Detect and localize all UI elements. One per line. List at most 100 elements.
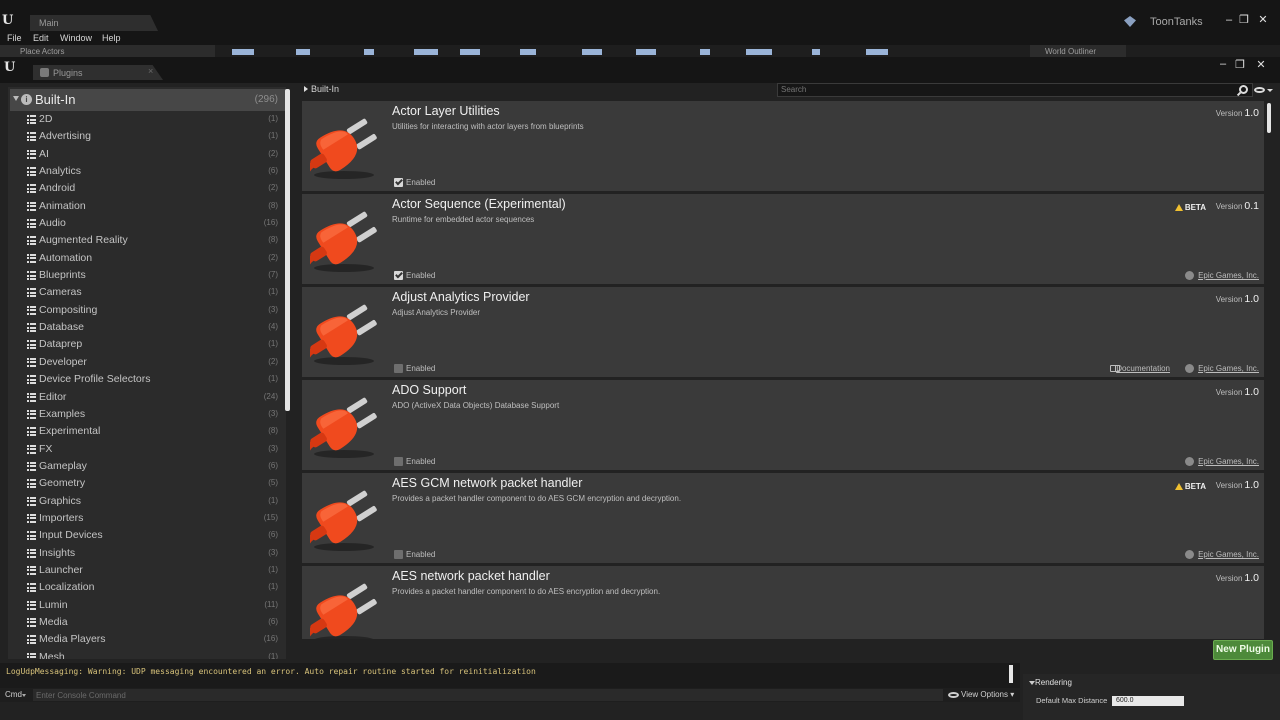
enabled-checkbox[interactable]: [394, 271, 403, 280]
category-list-icon: [27, 583, 36, 593]
expand-arrow-icon[interactable]: [13, 96, 19, 101]
sidebar-item-cameras[interactable]: Cameras (1): [8, 284, 286, 301]
breadcrumb[interactable]: Built-In: [311, 84, 339, 94]
toolbar-content-icon[interactable]: [364, 49, 374, 55]
sidebar-item-examples[interactable]: Examples (3): [8, 406, 286, 423]
minimize-icon[interactable]: –: [1223, 14, 1235, 26]
search-input[interactable]: [781, 85, 1221, 94]
vendor-link[interactable]: Epic Games, Inc.: [1198, 364, 1259, 373]
sidebar-item-developer[interactable]: Developer (2): [8, 354, 286, 371]
maximize-icon[interactable]: ❐: [1238, 14, 1250, 26]
sidebar-item-label: Augmented Reality: [39, 234, 128, 247]
sidebar-item-audio[interactable]: Audio (16): [8, 215, 286, 232]
unreal-logo-icon[interactable]: U: [2, 13, 18, 29]
sidebar-item-input-devices[interactable]: Input Devices (6): [8, 527, 286, 544]
minimize-icon[interactable]: –: [1217, 58, 1229, 70]
version-number: 1.0: [1244, 293, 1259, 305]
sidebar-item-ai[interactable]: AI (2): [8, 146, 286, 163]
log-scrollbar[interactable]: [1009, 665, 1013, 683]
search-box[interactable]: [777, 83, 1253, 97]
enabled-checkbox[interactable]: [394, 457, 403, 466]
search-icon[interactable]: [1239, 85, 1248, 94]
sidebar-item-augmented-reality[interactable]: Augmented Reality (8): [8, 232, 286, 249]
plugin-card[interactable]: AES network packet handler Provides a pac…: [302, 566, 1264, 639]
toolbar-more-icon[interactable]: [866, 49, 888, 55]
sidebar-item-compositing[interactable]: Compositing (3): [8, 302, 286, 319]
menu-help[interactable]: Help: [102, 33, 121, 43]
sidebar-item-editor[interactable]: Editor (24): [8, 389, 286, 406]
sidebar-item-importers[interactable]: Importers (15): [8, 510, 286, 527]
eye-icon[interactable]: [948, 692, 959, 698]
sidebar-item-count: (24): [263, 391, 278, 401]
plugin-card[interactable]: Actor Layer Utilities Utilities for inter…: [302, 101, 1264, 191]
sidebar-item-2d[interactable]: 2D (1): [8, 111, 286, 128]
sidebar-item-automation[interactable]: Automation (2): [8, 250, 286, 267]
close-icon[interactable]: ✕: [1257, 14, 1269, 26]
toolbar-blueprints-icon[interactable]: [520, 49, 536, 55]
sidebar-item-animation[interactable]: Animation (8): [8, 198, 286, 215]
maximize-icon[interactable]: ❐: [1234, 58, 1246, 71]
new-plugin-button[interactable]: New Plugin: [1213, 640, 1273, 660]
sidebar-item-localization[interactable]: Localization (1): [8, 579, 286, 596]
close-icon[interactable]: ✕: [1255, 58, 1267, 71]
toolbar-launch-icon[interactable]: [812, 49, 820, 55]
tab-world-outliner[interactable]: World Outliner: [1030, 45, 1126, 57]
sidebar-scrollbar[interactable]: [285, 89, 290, 411]
max-distance-field[interactable]: 600.0: [1112, 696, 1184, 706]
plugin-card[interactable]: Actor Sequence (Experimental) Runtime for…: [302, 194, 1264, 284]
sidebar-item-media[interactable]: Media (6): [8, 614, 286, 631]
sidebar-item-device-profile-selectors[interactable]: Device Profile Selectors (1): [8, 371, 286, 388]
plugin-list-scrollbar[interactable]: [1267, 103, 1271, 133]
chevron-down-icon[interactable]: [22, 694, 26, 697]
view-options-button[interactable]: View Options ▾: [961, 690, 1014, 699]
chevron-down-icon[interactable]: [1267, 89, 1273, 92]
sidebar-item-lumin[interactable]: Lumin (11): [8, 597, 286, 614]
plugin-card[interactable]: Adjust Analytics Provider Adjust Analytic…: [302, 287, 1264, 377]
enabled-checkbox[interactable]: [394, 364, 403, 373]
toolbar-compile-icon[interactable]: [700, 49, 710, 55]
sidebar-item-launcher[interactable]: Launcher (1): [8, 562, 286, 579]
vendor-link[interactable]: Epic Games, Inc.: [1198, 457, 1259, 466]
tab-place-actors[interactable]: Place Actors: [0, 45, 215, 57]
sidebar-item-fx[interactable]: FX (3): [8, 441, 286, 458]
toolbar-cinematics-icon[interactable]: [582, 49, 602, 55]
plugin-card[interactable]: AES GCM network packet handler Provides a…: [302, 473, 1264, 563]
sidebar-item-mesh[interactable]: Mesh (1): [8, 649, 286, 659]
sidebar-item-experimental[interactable]: Experimental (8): [8, 423, 286, 440]
eye-icon[interactable]: [1254, 87, 1265, 93]
toolbar-build-icon[interactable]: [636, 49, 656, 55]
enabled-checkbox[interactable]: [394, 550, 403, 559]
sidebar-item-media-players[interactable]: Media Players (16): [8, 631, 286, 648]
toolbar-settings-icon[interactable]: [460, 49, 480, 55]
sidebar-item-advertising[interactable]: Advertising (1): [8, 128, 286, 145]
sidebar-item-android[interactable]: Android (2): [8, 180, 286, 197]
console-command-input[interactable]: [33, 689, 943, 701]
plugin-card[interactable]: ADO Support ADO (ActiveX Data Objects) Da…: [302, 380, 1264, 470]
toolbar-marketplace-icon[interactable]: [414, 49, 438, 55]
rendering-section-header[interactable]: Rendering: [1035, 678, 1072, 687]
sidebar-item-geometry[interactable]: Geometry (5): [8, 475, 286, 492]
enabled-checkbox[interactable]: [394, 178, 403, 187]
sidebar-item-database[interactable]: Database (4): [8, 319, 286, 336]
cmd-dropdown[interactable]: Cmd: [5, 690, 22, 699]
sidebar-item-dataprep[interactable]: Dataprep (1): [8, 336, 286, 353]
sidebar-item-graphics[interactable]: Graphics (1): [8, 493, 286, 510]
toolbar-save-icon[interactable]: [232, 49, 254, 55]
category-root-built-in[interactable]: i Built-In (296): [10, 89, 286, 111]
vendor-link[interactable]: Epic Games, Inc.: [1198, 550, 1259, 559]
tab-plugins[interactable]: Plugins: [33, 65, 163, 80]
menu-window[interactable]: Window: [60, 33, 92, 43]
tab-main[interactable]: Main: [30, 15, 158, 31]
documentation-link[interactable]: Documentation: [1116, 364, 1170, 373]
menu-file[interactable]: File: [7, 33, 22, 43]
toolbar-play-icon[interactable]: [746, 49, 772, 55]
menu-edit[interactable]: Edit: [33, 33, 49, 43]
toolbar-source-icon[interactable]: [296, 49, 310, 55]
vendor-link[interactable]: Epic Games, Inc.: [1198, 271, 1259, 280]
sidebar-item-blueprints[interactable]: Blueprints (7): [8, 267, 286, 284]
sidebar-item-analytics[interactable]: Analytics (6): [8, 163, 286, 180]
tab-close-icon[interactable]: ×: [148, 66, 153, 76]
sidebar-item-insights[interactable]: Insights (3): [8, 545, 286, 562]
output-log: LogUdpMessaging: Warning: UDP messaging …: [0, 663, 1020, 688]
sidebar-item-gameplay[interactable]: Gameplay (6): [8, 458, 286, 475]
